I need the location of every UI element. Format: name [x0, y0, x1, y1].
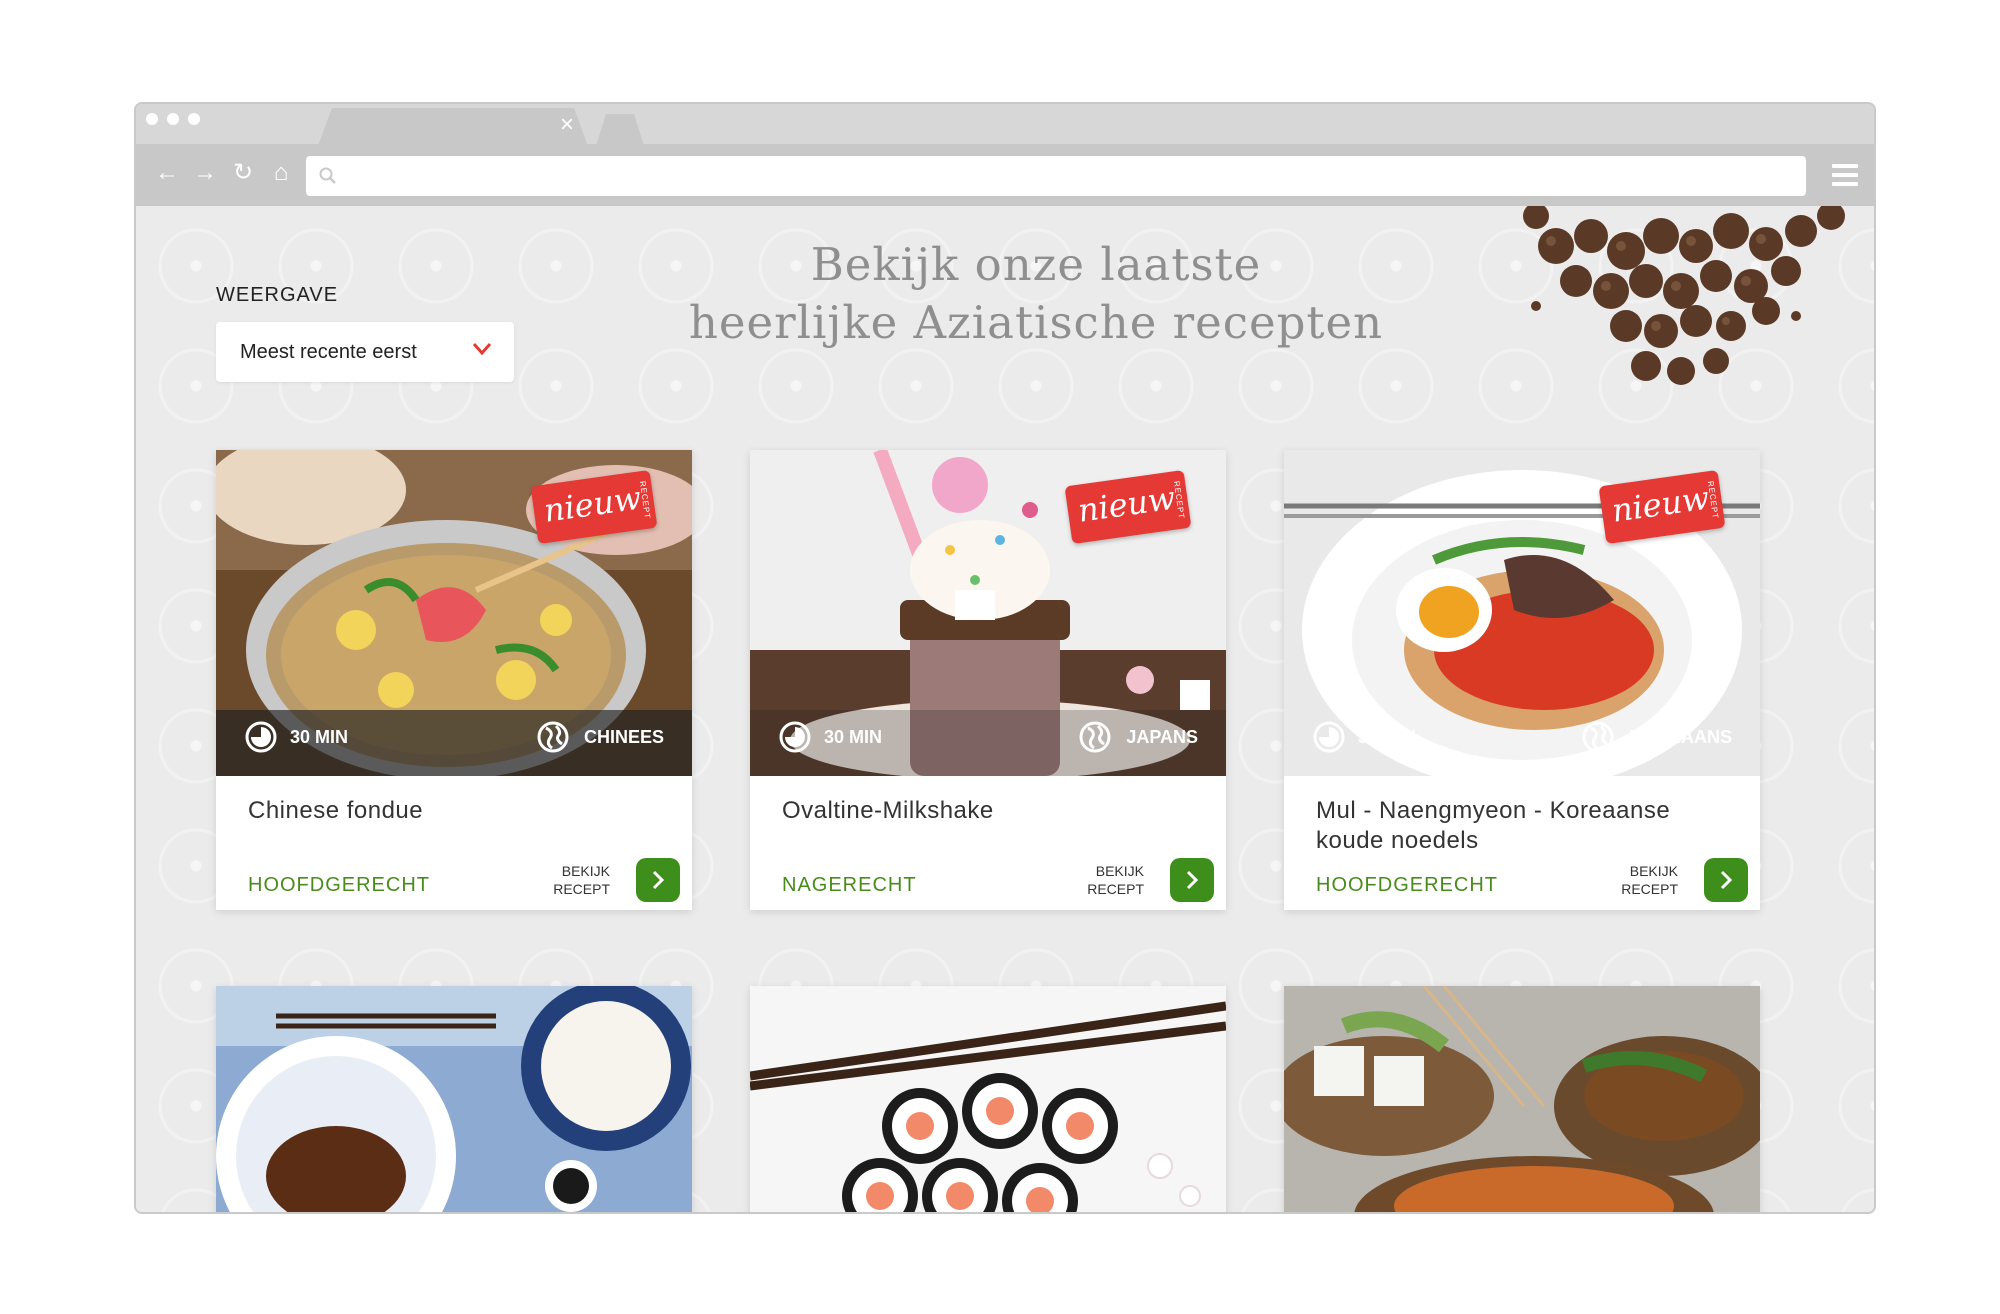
chevron-right-icon [1720, 870, 1733, 890]
view-recipe-label[interactable]: BEKIJK RECEPT [546, 862, 610, 898]
cta-line-1: BEKIJK [1095, 863, 1144, 879]
recipe-meta: 30 MIN CHINEES [244, 716, 664, 756]
window-dot[interactable] [146, 113, 158, 125]
recipe-meta: 30 MIN JAPANS [778, 716, 1198, 756]
page-heading: Bekijk onze laatste heerlijke Aziatische… [586, 236, 1486, 352]
recipe-time-label: 30 MIN [290, 726, 349, 747]
new-tab-button[interactable] [596, 114, 644, 146]
cta-line-2: RECEPT [553, 881, 610, 897]
recipe-title[interactable]: Ovaltine-Milkshake [782, 796, 1182, 826]
recipe-cuisine-label: KOREAANS [1628, 726, 1732, 747]
view-recipe-button[interactable] [1170, 858, 1214, 902]
clock-icon [1313, 721, 1345, 753]
sort-dropdown[interactable]: Meest recente eerst [216, 322, 514, 382]
recipe-category: HOOFDGERECHT [248, 874, 430, 896]
heading-line-1: Bekijk onze laatste [810, 238, 1262, 291]
recipe-time-label: 30 MIN [824, 726, 883, 747]
recipe-time: 30 MIN [1312, 720, 1416, 754]
badge-text: nieuw [1609, 478, 1712, 530]
view-recipe-button[interactable] [1704, 858, 1748, 902]
recipe-card[interactable]: nieuw RECEPT 30 MIN JAPANS Ovaltine-Milk… [750, 450, 1226, 910]
clock-icon [779, 721, 811, 753]
cta-line-1: BEKIJK [561, 863, 610, 879]
recipe-meta: 30 MIN KOREAANS [1312, 716, 1732, 756]
chevron-right-icon [1186, 870, 1199, 890]
glazed-fish-rice-photo [216, 986, 692, 1212]
cta-line-2: RECEPT [1621, 881, 1678, 897]
window-dot[interactable] [167, 113, 179, 125]
allspice-decoration [1523, 206, 1845, 385]
tab-close-icon[interactable]: × [560, 110, 574, 140]
address-bar[interactable] [306, 156, 1806, 196]
view-recipe-label[interactable]: BEKIJK RECEPT [1080, 862, 1144, 898]
recipe-cuisine: CHINEES [536, 720, 664, 754]
recipe-card[interactable] [216, 986, 692, 1212]
sushi-rolls-photo [750, 986, 1226, 1212]
recipe-cuisine-label: JAPANS [1126, 726, 1198, 747]
satay-skewers-photo [1284, 986, 1760, 1212]
reload-icon[interactable]: ↻ [230, 158, 256, 188]
search-icon [319, 167, 336, 184]
recipe-cuisine-label: CHINEES [583, 726, 664, 747]
window-controls [146, 113, 200, 125]
badge-text: nieuw [1075, 478, 1178, 530]
badge-text: nieuw [541, 478, 644, 530]
menu-icon[interactable] [1832, 164, 1858, 186]
recipe-image[interactable] [216, 986, 692, 1212]
back-arrow-icon[interactable]: ← [154, 158, 180, 188]
recipe-image[interactable] [750, 986, 1226, 1212]
recipe-cuisine: JAPANS [1078, 720, 1198, 754]
forward-arrow-icon[interactable]: → [192, 158, 218, 188]
nav-icons: ← → ↻ ⌂ [154, 158, 294, 188]
recipe-time: 30 MIN [244, 720, 348, 754]
chevron-down-icon [472, 343, 492, 356]
globe-icon [537, 721, 569, 753]
view-label: WEERGAVE [216, 284, 339, 306]
view-recipe-button[interactable] [636, 858, 680, 902]
chevron-right-icon [652, 870, 665, 890]
browser-toolbar: ← → ↻ ⌂ [136, 144, 1874, 206]
recipe-title[interactable]: Chinese fondue [248, 796, 648, 826]
recipe-cuisine: KOREAANS [1581, 720, 1732, 754]
clock-icon [245, 721, 277, 753]
recipe-time: 30 MIN [778, 720, 882, 754]
cta-line-1: BEKIJK [1629, 863, 1678, 879]
recipe-card[interactable] [750, 986, 1226, 1212]
recipe-card[interactable]: nieuw RECEPT 30 MIN KOREAANS Mul - Naeng… [1284, 450, 1760, 910]
sort-selected-value: Meest recente eerst [240, 341, 417, 363]
view-recipe-label[interactable]: BEKIJK RECEPT [1614, 862, 1678, 898]
browser-tab[interactable] [318, 108, 588, 146]
recipe-category: HOOFDGERECHT [1316, 874, 1498, 896]
recipe-card[interactable]: nieuw RECEPT 30 MIN CHINEES Chinese fond… [216, 450, 692, 910]
recipe-card[interactable] [1284, 986, 1760, 1212]
browser-window: × ← → ↻ ⌂ Bekijk onze laatste heerlijke … [134, 102, 1876, 1214]
recipe-category: NAGERECHT [782, 874, 917, 896]
globe-icon [1079, 721, 1111, 753]
recipe-image[interactable] [1284, 986, 1760, 1212]
cta-line-2: RECEPT [1087, 881, 1144, 897]
recipe-time-label: 30 MIN [1358, 726, 1417, 747]
home-icon[interactable]: ⌂ [268, 158, 294, 188]
tab-bar: × [136, 104, 1874, 144]
window-dot[interactable] [188, 113, 200, 125]
page-content: Bekijk onze laatste heerlijke Aziatische… [136, 206, 1874, 1212]
recipe-title[interactable]: Mul - Naengmyeon - Koreaanse koude noede… [1316, 796, 1716, 856]
heading-line-2: heerlijke Aziatische recepten [688, 296, 1384, 349]
globe-icon [1582, 721, 1614, 753]
